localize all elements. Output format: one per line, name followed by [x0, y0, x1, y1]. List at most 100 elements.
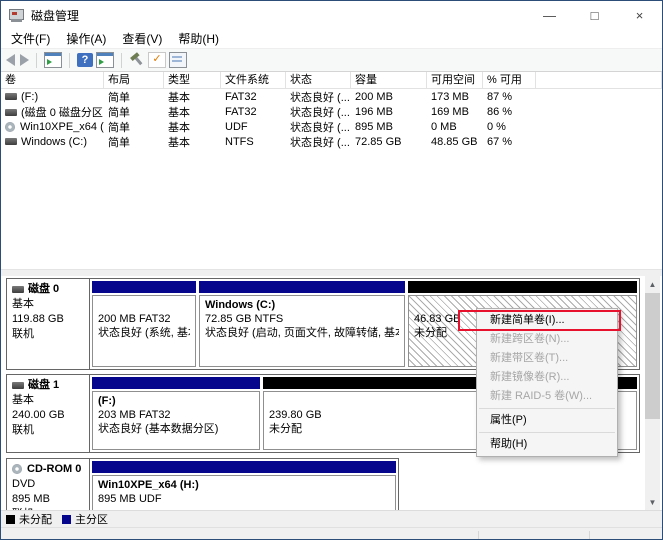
disk-size: 895 MB [12, 492, 89, 507]
menu-bar: 文件(F) 操作(A) 查看(V) 帮助(H) [1, 29, 662, 48]
menu-action[interactable]: 操作(A) [58, 29, 114, 48]
drive-icon [5, 93, 17, 100]
partition-region[interactable]: (F:) 203 MB FAT32 状态良好 (基本数据分区) [92, 377, 260, 450]
disk-type: 基本 [12, 393, 89, 408]
properties-icon[interactable] [169, 52, 187, 68]
menu-item-help[interactable]: 帮助(H) [477, 435, 617, 454]
status-separator [478, 531, 479, 540]
menu-separator [479, 408, 615, 409]
annotation-highlight-box [458, 310, 621, 331]
health-check-icon[interactable]: ✓ [148, 52, 166, 68]
console-window-icon[interactable] [44, 52, 62, 68]
partition-region[interactable]: 200 MB FAT32 状态良好 (系统, 基本 [92, 281, 196, 367]
header-filler [536, 72, 662, 89]
menu-item-new-mirrored-volume: 新建镜像卷(R)... [477, 368, 617, 387]
menu-view[interactable]: 查看(V) [114, 29, 170, 48]
close-button[interactable]: × [617, 1, 662, 29]
legend-unallocated-label: 未分配 [19, 511, 52, 527]
volume-type: 基本 [164, 89, 221, 105]
volume-layout: 简单 [104, 119, 164, 135]
volume-type: 基本 [164, 134, 221, 150]
header-capacity[interactable]: 容量 [351, 72, 427, 89]
toolbar-separator [36, 53, 37, 68]
disk1-label[interactable]: 磁盘 1 基本 240.00 GB 联机 [7, 375, 90, 452]
volume-name: Win10XPE_x64 (H:) [20, 121, 104, 133]
volume-fs: NTFS [221, 136, 286, 148]
maximize-button[interactable]: □ [572, 1, 617, 29]
region-size: 895 MB UDF [98, 492, 390, 506]
table-row[interactable]: (磁盘 0 磁盘分区 1) 简单 基本 FAT32 状态良好 (... 196 … [1, 104, 662, 119]
scroll-down-icon[interactable]: ▼ [645, 494, 660, 510]
menu-item-new-spanned-volume: 新建跨区卷(N)... [477, 330, 617, 349]
primary-partition-strip [92, 377, 260, 389]
primary-partition-strip [92, 281, 196, 293]
region-size: 72.85 GB NTFS [205, 312, 399, 326]
header-volume[interactable]: 卷 [1, 72, 104, 89]
help-icon[interactable]: ? [77, 53, 93, 67]
volume-capacity: 895 MB [351, 121, 427, 133]
app-icon [9, 9, 25, 22]
volume-free: 48.85 GB [427, 136, 483, 148]
disk-management-window: 磁盘管理 — □ × 文件(F) 操作(A) 查看(V) 帮助(H) ? ✓ 卷… [0, 0, 663, 540]
pane-splitter[interactable] [1, 269, 662, 276]
region-status [98, 506, 390, 510]
toolbar: ? ✓ [1, 48, 662, 72]
header-free-space[interactable]: 可用空间 [427, 72, 483, 89]
region-size: 203 MB FAT32 [98, 408, 254, 422]
minimize-button[interactable]: — [527, 1, 572, 29]
status-separator [589, 531, 590, 540]
partition-region[interactable]: Win10XPE_x64 (H:) 895 MB UDF [92, 461, 396, 510]
manage-tool-icon[interactable] [126, 49, 147, 70]
unallocated-strip [408, 281, 637, 293]
menu-item-properties[interactable]: 属性(P) [477, 411, 617, 430]
header-type[interactable]: 类型 [164, 72, 221, 89]
table-row[interactable]: Win10XPE_x64 (H:) 简单 基本 UDF 状态良好 (... 89… [1, 119, 662, 134]
volume-type: 基本 [164, 119, 221, 135]
vertical-scrollbar[interactable]: ▲ ▼ [645, 276, 660, 510]
header-pct-free[interactable]: % 可用 [483, 72, 536, 89]
legend-primary-label: 主分区 [75, 511, 108, 527]
menu-file[interactable]: 文件(F) [3, 29, 58, 48]
forward-arrow-icon[interactable] [20, 54, 29, 66]
disk-status: 联机 [12, 507, 89, 510]
header-status[interactable]: 状态 [286, 72, 351, 89]
volume-table-header: 卷 布局 类型 文件系统 状态 容量 可用空间 % 可用 [1, 72, 662, 89]
legend-bar: 未分配 主分区 [1, 510, 662, 527]
menu-item-new-raid5-volume: 新建 RAID-5 卷(W)... [477, 387, 617, 406]
menu-help[interactable]: 帮助(H) [170, 29, 227, 48]
scroll-up-icon[interactable]: ▲ [645, 276, 660, 292]
volume-layout: 简单 [104, 104, 164, 120]
volume-name: Windows (C:) [21, 136, 87, 148]
volume-layout: 简单 [104, 134, 164, 150]
primary-partition-strip [92, 461, 396, 473]
volume-pct: 67 % [483, 136, 536, 148]
back-arrow-icon[interactable] [6, 54, 15, 66]
toolbar-separator [121, 53, 122, 68]
detail-view-icon[interactable] [96, 52, 114, 68]
header-filesystem[interactable]: 文件系统 [221, 72, 286, 89]
disk0-label[interactable]: 磁盘 0 基本 119.88 GB 联机 [7, 279, 90, 369]
volume-free: 169 MB [427, 106, 483, 118]
scrollbar-thumb[interactable] [645, 293, 660, 419]
disk-type: DVD [12, 477, 89, 492]
table-row[interactable]: Windows (C:) 简单 基本 NTFS 状态良好 (... 72.85 … [1, 134, 662, 149]
menu-separator [479, 432, 615, 433]
volume-list-pane: 卷 布局 类型 文件系统 状态 容量 可用空间 % 可用 (F:) 简单 基本 … [1, 72, 662, 269]
volume-free: 0 MB [427, 121, 483, 133]
partition-region[interactable]: Windows (C:) 72.85 GB NTFS 状态良好 (启动, 页面文… [199, 281, 405, 367]
volume-pct: 86 % [483, 106, 536, 118]
volume-capacity: 196 MB [351, 106, 427, 118]
legend-unallocated-swatch [6, 515, 15, 524]
disk-status: 联机 [12, 423, 89, 438]
table-row[interactable]: (F:) 简单 基本 FAT32 状态良好 (... 200 MB 173 MB… [1, 89, 662, 104]
cd-icon [5, 122, 15, 132]
disk-size: 119.88 GB [12, 312, 89, 327]
header-layout[interactable]: 布局 [104, 72, 164, 89]
disk-size: 240.00 GB [12, 408, 89, 423]
cdrom-label[interactable]: CD-ROM 0 DVD 895 MB 联机 [7, 459, 90, 510]
disk-icon [12, 382, 24, 389]
disk-name: 磁盘 1 [28, 379, 59, 391]
toolbar-separator [69, 53, 70, 68]
legend-primary-swatch [62, 515, 71, 524]
volume-pct: 87 % [483, 91, 536, 103]
